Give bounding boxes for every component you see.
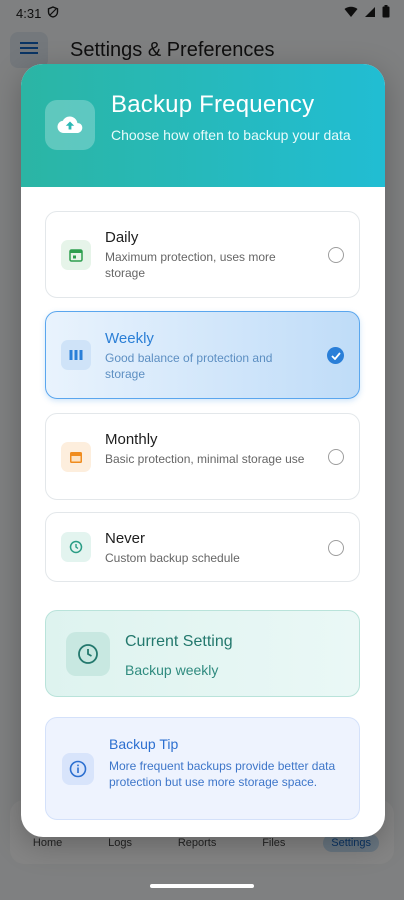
- radio-never[interactable]: [328, 540, 344, 556]
- option-monthly-description: Basic protection, minimal storage use: [105, 452, 305, 466]
- clock-icon: [66, 632, 110, 676]
- calendar-day-icon: [61, 240, 91, 270]
- backup-tip-text: More frequent backups provide better dat…: [109, 759, 336, 789]
- current-setting-card: Current Setting Backup weekly: [45, 610, 360, 697]
- option-daily-description: Maximum protection, uses more storage: [105, 250, 276, 280]
- clock-icon: [61, 532, 91, 562]
- calendar-week-icon: [61, 340, 91, 370]
- checkmark-icon: [330, 347, 341, 365]
- option-weekly[interactable]: Weekly Good balance of protection and st…: [45, 311, 360, 399]
- option-weekly-title: Weekly: [105, 330, 154, 347]
- option-monthly[interactable]: Monthly Basic protection, minimal storag…: [45, 413, 360, 500]
- backup-tip-title: Backup Tip: [109, 736, 179, 752]
- info-icon: [62, 753, 94, 785]
- cloud-upload-icon: [45, 100, 95, 150]
- option-never-title: Never: [105, 530, 146, 547]
- current-setting-value: Backup weekly: [125, 662, 219, 678]
- option-weekly-description: Good balance of protection and storage: [105, 351, 273, 381]
- backup-tip-card: Backup Tip More frequent backups provide…: [45, 717, 360, 820]
- dialog-title: Backup Frequency: [111, 91, 315, 118]
- radio-daily[interactable]: [328, 247, 344, 263]
- radio-weekly-checked[interactable]: [327, 347, 344, 364]
- radio-monthly[interactable]: [328, 449, 344, 465]
- gesture-navigation-bar[interactable]: [150, 884, 254, 888]
- calendar-month-icon: [61, 442, 91, 472]
- current-setting-title: Current Setting: [125, 633, 233, 650]
- option-daily-title: Daily: [105, 229, 139, 246]
- dialog-subtitle: Choose how often to backup your data: [111, 127, 351, 143]
- backup-frequency-dialog: Backup Frequency Choose how often to bac…: [21, 64, 385, 837]
- option-never-description: Custom backup schedule: [105, 551, 240, 565]
- option-daily[interactable]: Daily Maximum protection, uses more stor…: [45, 211, 360, 298]
- dialog-header: Backup Frequency Choose how often to bac…: [21, 64, 385, 187]
- option-monthly-title: Monthly: [105, 431, 158, 448]
- option-never[interactable]: Never Custom backup schedule: [45, 512, 360, 582]
